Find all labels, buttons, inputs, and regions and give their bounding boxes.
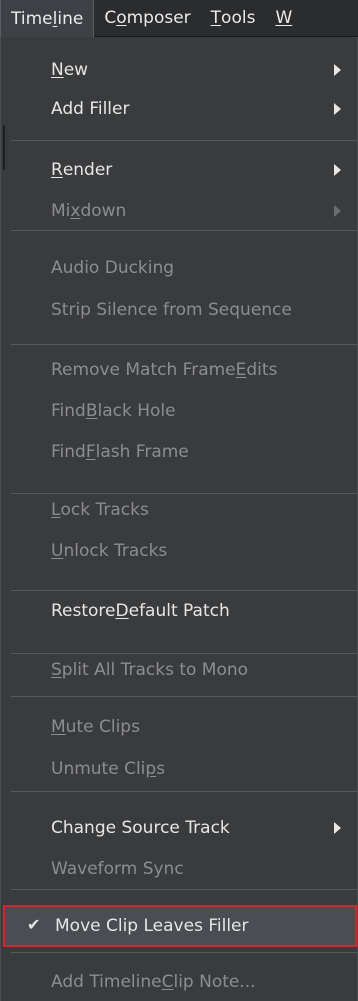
item-label: Change Source Track [51,818,230,838]
menu-timeline-post: ine [57,8,84,29]
item-label-mnemonic: R [51,160,63,180]
menu-item-find-flash-frame[interactable]: Find Flash Frame [1,433,357,471]
item-label-pre: Find [51,442,86,462]
item-label-pre: Remove Match Frame [51,360,236,380]
separator [11,140,357,141]
menu-tools[interactable]: Tools [201,0,266,37]
separator [11,344,357,345]
submenu-arrow-icon [334,103,341,115]
menu-item-unlock-tracks[interactable]: Unlock Tracks [1,532,357,570]
menu-item-audio-ducking[interactable]: Audio Ducking [1,249,357,287]
separator [11,952,357,953]
item-label-mnemonic: L [51,500,61,520]
menu-item-unmute-clips[interactable]: Unmute Cli p s [1,750,357,788]
item-label-mnemonic: B [85,401,98,421]
item-label-mnemonic: D [115,601,129,621]
item-label-mnemonic: E [235,360,247,380]
menu-windows[interactable]: W [265,0,302,37]
separator [11,889,357,890]
item-label-pre: Mi [51,201,71,221]
menu-item-mixdown[interactable]: Mi x down [1,192,357,230]
item-label: Audio Ducking [51,258,175,278]
menu-item-split-all-tracks-to-mono[interactable]: Split All Tracks to Mono [1,651,357,689]
item-label-mnemonic: S [51,660,62,680]
item-label-post: s [156,759,166,779]
item-label-post: lip Note... [173,972,256,992]
item-label-pre: Add Timeline [51,972,162,992]
separator [11,696,357,697]
item-label-mnemonic: U [51,541,64,561]
item-label-post: ender [62,160,113,180]
item-label-mnemonic: C [161,972,174,992]
item-label-post: lash Frame [95,442,189,462]
submenu-arrow-icon [334,164,341,176]
menu-timeline-pre: Time [11,8,53,29]
item-label-post: dits [246,360,278,380]
item-label-post: lack Hole [97,401,176,421]
menu-timeline[interactable]: Time l ine [0,0,95,37]
menu-item-move-clip-leaves-filler[interactable]: ✔ Move Clip Leaves Filler [3,905,357,947]
menu-composer-post: mposer [126,8,191,28]
item-label-post: ew [63,60,89,80]
item-label-mnemonic: M [51,717,66,737]
menu-item-change-source-track[interactable]: Change Source Track [1,809,357,847]
menu-item-remove-match-frame-edits[interactable]: Remove Match Frame Edits [1,351,357,389]
submenu-arrow-icon [334,822,341,834]
menu-tools-post: ools [221,8,256,28]
item-label-post: down [80,201,127,221]
item-label-post: ute Clips [65,717,140,737]
menu-composer[interactable]: Co mposer [94,0,200,37]
menu-item-find-black-hole[interactable]: Find Black Hole [1,392,357,430]
menu-item-strip-silence[interactable]: Strip Silence from Sequence [1,291,357,329]
item-label-pre: Find [51,401,86,421]
menu-tools-mnemonic: T [210,8,222,28]
item-label-post: plit All Tracks to Mono [61,660,249,680]
item-label-pre: Restore [51,601,116,621]
menu-item-add-timeline-clip-note[interactable]: Add Timeline Clip Note... [1,963,357,1001]
item-label-post: efault Patch [128,601,230,621]
menu-item-mute-clips[interactable]: Mute Clips [1,708,357,746]
menu-item-add-filler[interactable]: Add Filler [1,90,357,128]
item-label-pre: Unmute Cli [51,759,146,779]
item-label-mnemonic: N [51,60,64,80]
timeline-dropdown-menu: New Add Filler Render Mi x down Audio Duck… [0,37,358,1001]
menu-windows-mnemonic: W [275,8,293,28]
item-label: Add Filler [51,99,130,119]
menu-bar: Time l ine Co mposer Tools W [0,0,358,37]
menu-item-waveform-sync[interactable]: Waveform Sync [1,850,357,888]
menu-item-lock-tracks[interactable]: Lock Tracks [1,491,357,529]
submenu-arrow-icon [334,64,341,76]
separator [11,230,357,231]
menu-composer-pre: C [104,8,117,28]
item-label: Waveform Sync [51,859,184,879]
menu-item-restore-default-patch[interactable]: Restore Default Patch [1,592,357,630]
checkmark-icon: ✔ [27,915,41,934]
separator [11,590,357,591]
item-label-post: nlock Tracks [63,541,168,561]
item-label-mnemonic: F [85,442,96,462]
item-label-mnemonic: p [145,759,157,779]
item-label: Move Clip Leaves Filler [55,916,249,936]
separator [11,791,357,792]
submenu-arrow-icon [334,205,341,217]
menu-composer-mnemonic: o [116,8,127,28]
item-label-mnemonic: x [70,201,81,221]
menu-item-new[interactable]: New [1,51,357,89]
item-label-post: ock Tracks [60,500,149,520]
item-label: Strip Silence from Sequence [51,300,292,320]
menu-item-render[interactable]: Render [1,151,357,189]
